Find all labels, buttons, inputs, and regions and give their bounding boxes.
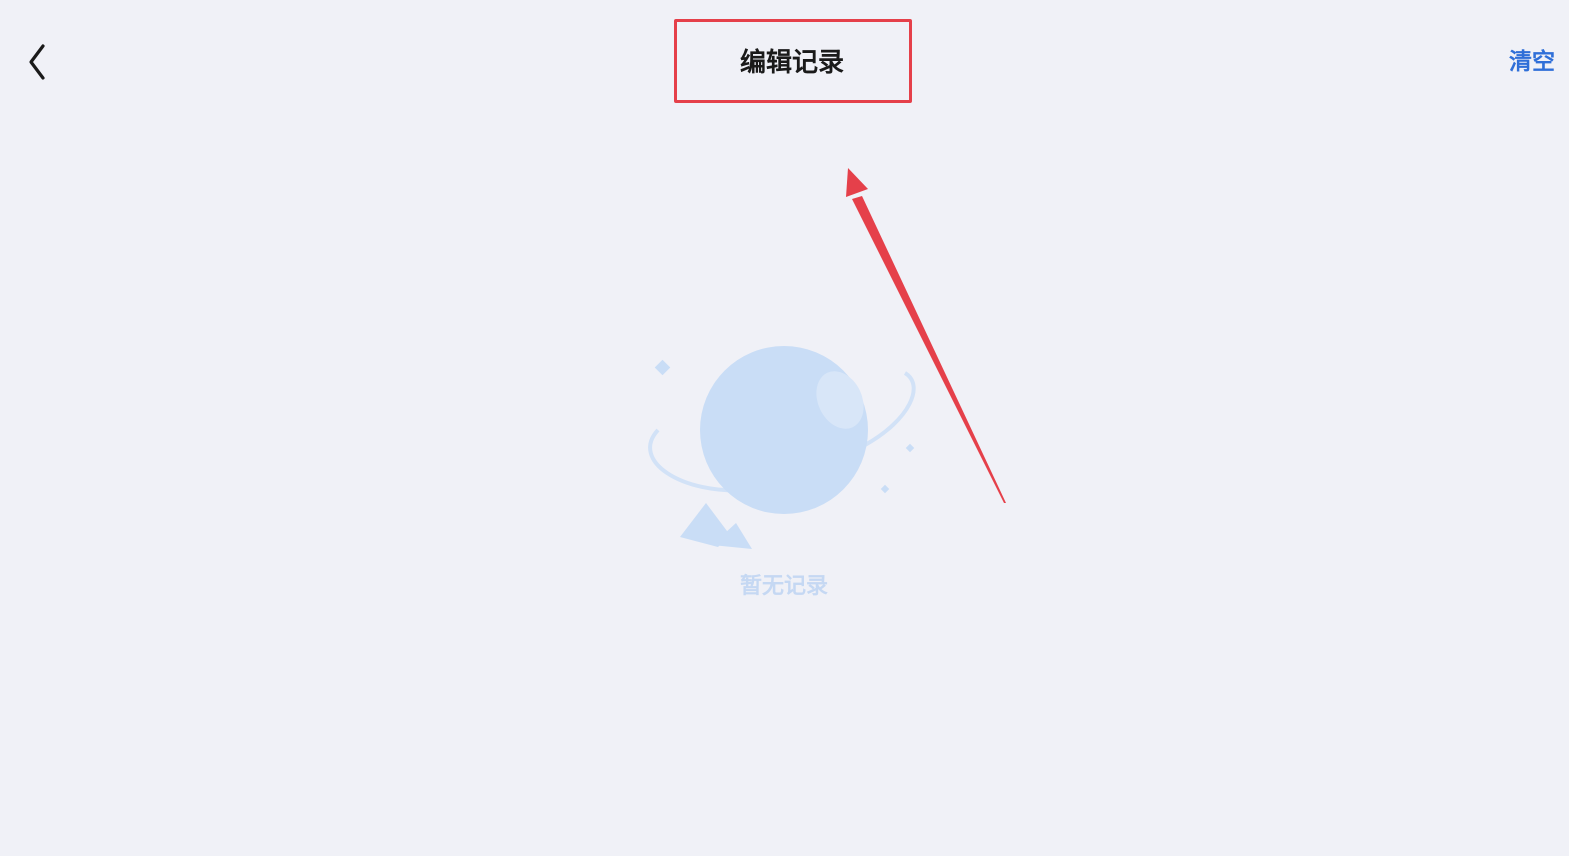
chevron-left-icon	[29, 44, 45, 80]
edit-history-screen: 编辑记录 清空 暂无记录	[0, 0, 1569, 856]
clear-button[interactable]: 清空	[1509, 46, 1555, 78]
back-button[interactable]	[14, 38, 58, 86]
empty-state-message: 暂无记录	[739, 574, 828, 599]
page-title: 编辑记录	[739, 48, 844, 78]
planet-icon	[648, 346, 916, 549]
